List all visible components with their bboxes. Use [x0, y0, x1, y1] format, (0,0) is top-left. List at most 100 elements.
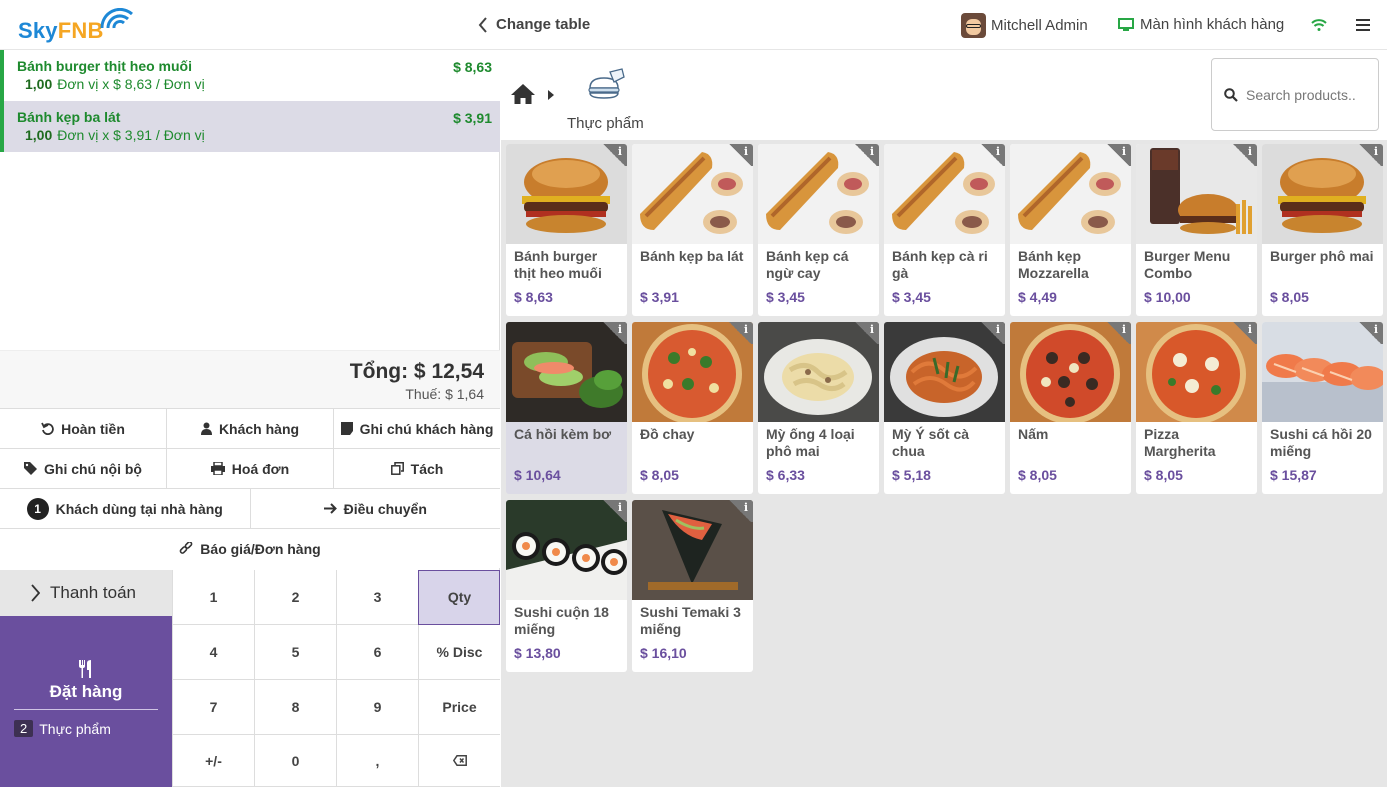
product-card[interactable]: i Nấm $ 8,05	[1010, 322, 1131, 494]
invoice-button[interactable]: Hoá đơn	[167, 449, 334, 488]
product-info-icon[interactable]: i	[601, 144, 627, 166]
product-info-icon[interactable]: i	[727, 322, 753, 344]
guests-count-badge: 1	[26, 497, 49, 520]
numpad-key-5[interactable]: 5	[254, 625, 336, 680]
product-info-icon[interactable]: i	[601, 322, 627, 344]
product-info-icon[interactable]: i	[1105, 322, 1131, 344]
order-line[interactable]: Bánh kẹp ba lát $ 3,91 1,00 Đơn vị x $ 3,…	[0, 101, 500, 152]
numpad-key-2[interactable]: 2	[254, 570, 336, 625]
search-input[interactable]	[1246, 86, 1374, 103]
product-name: Bánh kẹp cá ngừ cay	[766, 248, 849, 281]
product-name: Bánh kẹp ba lát	[640, 248, 744, 264]
numpad-key-9[interactable]: 9	[336, 680, 418, 735]
product-info-icon[interactable]: i	[1231, 322, 1257, 344]
split-button[interactable]: Tách	[334, 449, 500, 488]
product-info-icon[interactable]: i	[1105, 144, 1131, 166]
customer-button[interactable]: Khách hàng	[167, 409, 334, 448]
product-card[interactable]: i Cá hồi kèm bơ $ 10,64	[506, 322, 627, 494]
product-card[interactable]: i Burger Menu Combo $ 10,00	[1136, 144, 1257, 316]
product-info-icon[interactable]: i	[727, 144, 753, 166]
product-panel: Thực phẩm i Bánh burger thịt heo muối $ 8,…	[501, 50, 1387, 787]
product-name: Sushi cuộn 18 miếng	[514, 604, 609, 637]
numpad-backspace[interactable]	[418, 735, 500, 787]
product-name: Cá hồi kèm bơ	[514, 426, 612, 442]
product-card[interactable]: i Bánh kẹp cá ngừ cay $ 3,45	[758, 144, 879, 316]
product-name: Đồ chay	[640, 426, 695, 442]
numpad-discount-mode[interactable]: % Disc	[418, 625, 500, 680]
numpad-key-1[interactable]: 1	[172, 570, 254, 625]
product-name: Sushi Temaki 3 miếng	[640, 604, 741, 637]
product-price: $ 3,45	[892, 289, 931, 305]
product-card[interactable]: i Mỳ ống 4 loại phô mai $ 6,33	[758, 322, 879, 494]
numpad-key-7[interactable]: 7	[172, 680, 254, 735]
product-info-icon[interactable]: i	[727, 500, 753, 522]
numpad-price-mode[interactable]: Price	[418, 680, 500, 735]
quotation-button[interactable]: Báo giá/Đơn hàng	[0, 529, 500, 568]
wifi-icon[interactable]	[1311, 18, 1327, 31]
caret-right-icon	[548, 90, 554, 100]
place-order-button[interactable]: Đặt hàng 2 Thực phẩm	[0, 616, 172, 787]
product-name: Bánh kẹp cà ri gà	[892, 248, 988, 281]
product-price: $ 15,87	[1270, 467, 1317, 483]
product-price: $ 6,33	[766, 467, 805, 483]
numpad-plus-minus[interactable]: +/-	[172, 735, 254, 787]
product-info-icon[interactable]: i	[1357, 322, 1383, 344]
top-bar: SkyFNB Change table Mitchell Admin Màn h…	[0, 0, 1387, 50]
product-name: Mỳ Ý sốt cà chua	[892, 426, 970, 459]
order-line-name: Bánh burger thịt heo muối	[17, 58, 192, 74]
product-info-icon[interactable]: i	[1231, 144, 1257, 166]
product-price: $ 16,10	[640, 645, 687, 661]
hamburger-menu-icon[interactable]	[1356, 19, 1370, 31]
numpad-decimal[interactable]: ,	[336, 735, 418, 787]
order-line[interactable]: Bánh burger thịt heo muối $ 8,63 1,00 Đơn…	[0, 50, 500, 101]
product-card[interactable]: i Sushi cuộn 18 miếng $ 13,80	[506, 500, 627, 672]
print-icon	[210, 462, 225, 475]
product-info-icon[interactable]: i	[601, 500, 627, 522]
numpad-key-3[interactable]: 3	[336, 570, 418, 625]
product-card[interactable]: i Bánh kẹp cà ri gà $ 3,45	[884, 144, 1005, 316]
customer-screen-label: Màn hình khách hàng	[1140, 16, 1285, 33]
search-box[interactable]	[1211, 58, 1379, 131]
product-card[interactable]: i Mỳ Ý sốt cà chua $ 5,18	[884, 322, 1005, 494]
product-price: $ 8,05	[640, 467, 679, 483]
user-menu[interactable]: Mitchell Admin	[961, 13, 1088, 38]
product-card[interactable]: i Bánh kẹp ba lát $ 3,91	[632, 144, 753, 316]
customer-note-button[interactable]: Ghi chú khách hàng	[334, 409, 500, 448]
guests-button[interactable]: 1 Khách dùng tại nhà hàng	[0, 489, 251, 528]
home-icon[interactable]	[510, 83, 536, 105]
internal-note-button[interactable]: Ghi chú nội bộ	[0, 449, 167, 488]
change-table-button[interactable]: Change table	[478, 16, 590, 33]
product-name: Pizza Margherita	[1144, 426, 1216, 459]
product-info-icon[interactable]: i	[979, 144, 1005, 166]
product-card[interactable]: i Burger phô mai $ 8,05	[1262, 144, 1383, 316]
product-info-icon[interactable]: i	[979, 322, 1005, 344]
numpad-key-4[interactable]: 4	[172, 625, 254, 680]
transfer-button[interactable]: Điều chuyển	[250, 489, 500, 528]
product-name: Sushi cá hồi 20 miếng	[1270, 426, 1372, 459]
product-price: $ 10,64	[514, 467, 561, 483]
category-label[interactable]: Thực phẩm	[567, 115, 644, 132]
customer-screen-button[interactable]: Màn hình khách hàng	[1118, 16, 1284, 33]
product-card[interactable]: i Pizza Margherita $ 8,05	[1136, 322, 1257, 494]
product-card[interactable]: i Sushi Temaki 3 miếng $ 16,10	[632, 500, 753, 672]
product-card[interactable]: i Bánh burger thịt heo muối $ 8,63	[506, 144, 627, 316]
numpad-key-6[interactable]: 6	[336, 625, 418, 680]
product-info-icon[interactable]: i	[853, 144, 879, 166]
numpad-key-0[interactable]: 0	[254, 735, 336, 787]
payment-button[interactable]: Thanh toán	[0, 570, 172, 616]
product-card[interactable]: i Sushi cá hồi 20 miếng $ 15,87	[1262, 322, 1383, 494]
product-info-icon[interactable]: i	[853, 322, 879, 344]
product-name: Burger phô mai	[1270, 248, 1374, 264]
product-card[interactable]: i Bánh kẹp Mozzarella $ 4,49	[1010, 144, 1131, 316]
logo: SkyFNB	[18, 8, 133, 43]
refund-button[interactable]: Hoàn tiền	[0, 409, 167, 448]
product-info-icon[interactable]: i	[1357, 144, 1383, 166]
numpad-qty-mode[interactable]: Qty	[418, 570, 500, 625]
product-price: $ 3,45	[766, 289, 805, 305]
numpad-key-8[interactable]: 8	[254, 680, 336, 735]
tag-icon	[24, 462, 37, 475]
food-category-icon[interactable]	[586, 68, 626, 102]
product-card[interactable]: i Đồ chay $ 8,05	[632, 322, 753, 494]
product-price: $ 8,63	[514, 289, 553, 305]
product-name: Burger Menu Combo	[1144, 248, 1231, 281]
